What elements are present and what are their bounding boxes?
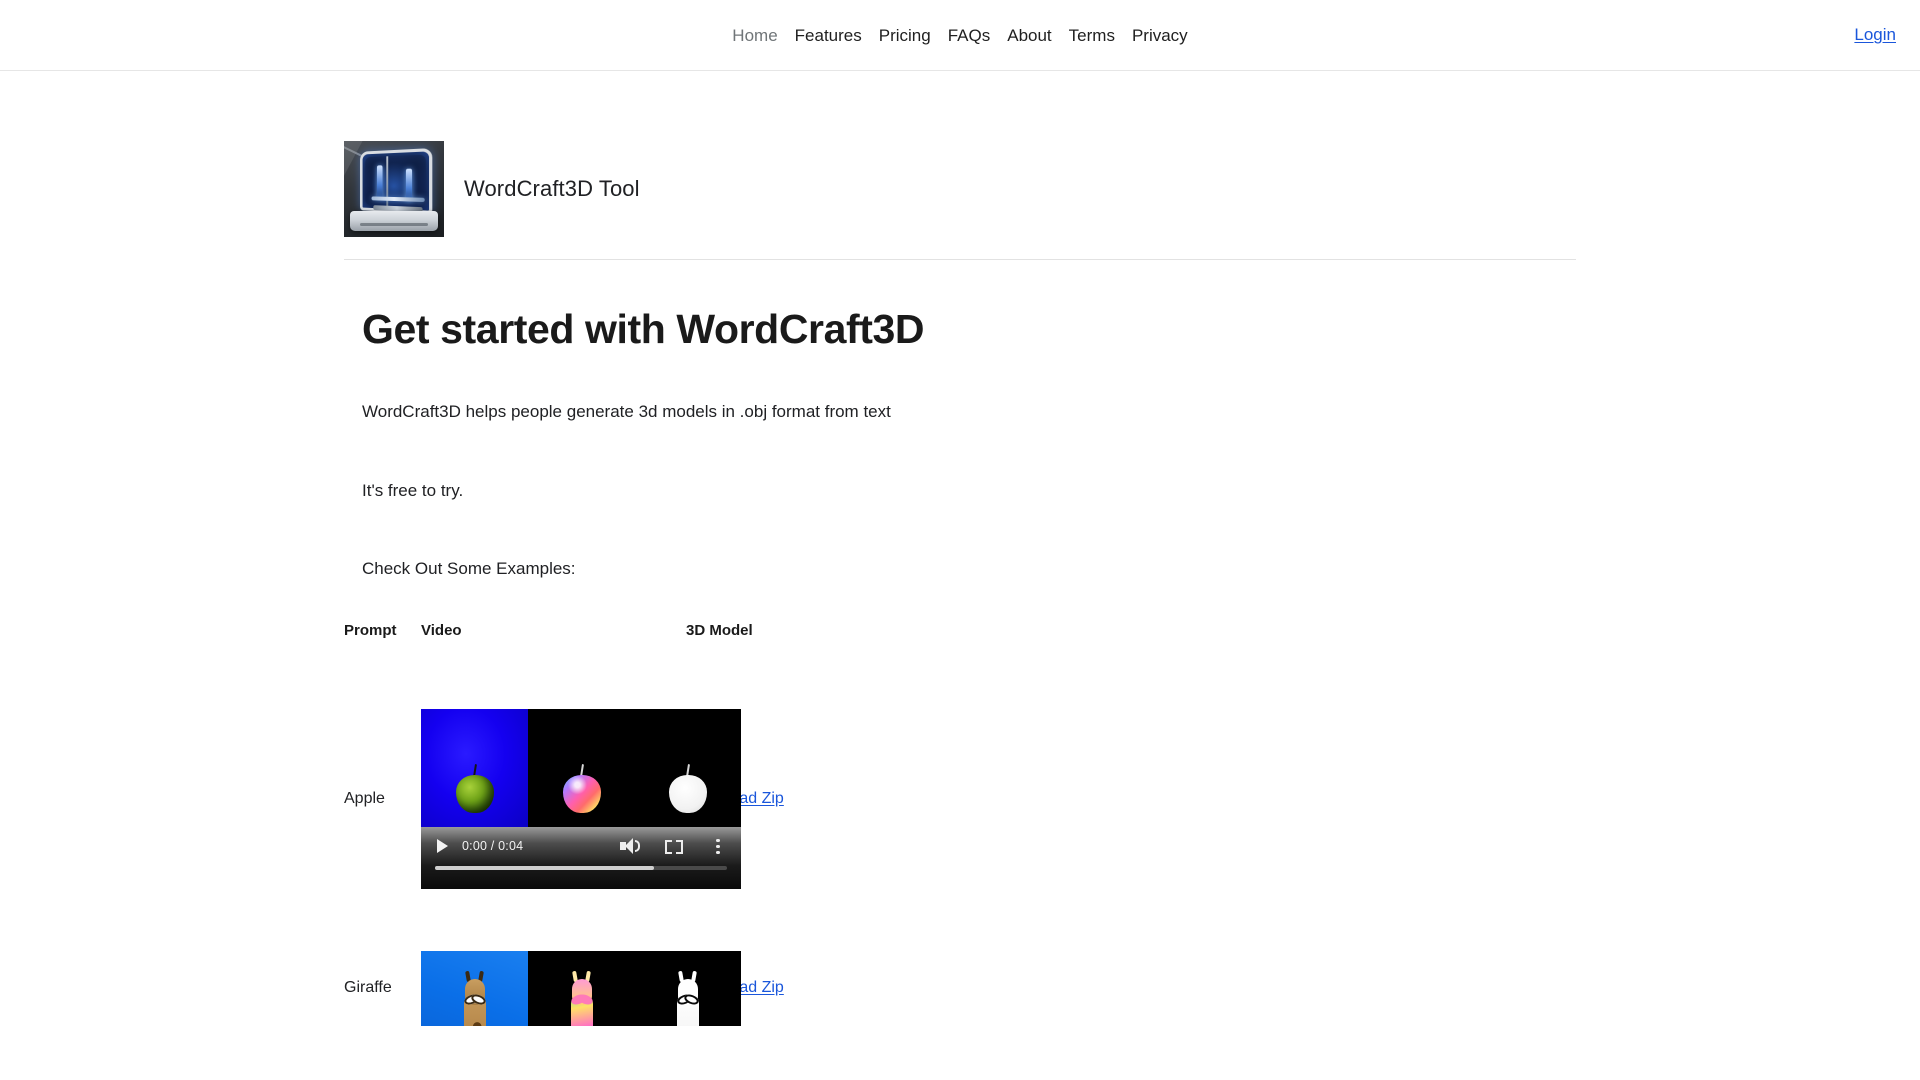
free-to-try-paragraph: It's free to try.: [362, 480, 464, 500]
video-player-giraffe[interactable]: [421, 950, 741, 1026]
prompt-label-giraffe: Giraffe: [344, 979, 392, 997]
examples-table-body: Apple 0:00 / 0:04 Zip Giraffe Zip: [344, 647, 1544, 1026]
video-frame-apple: [421, 708, 741, 827]
nav-item-home[interactable]: Home: [732, 27, 777, 44]
video-progress-buffer: [435, 865, 654, 870]
examples-heading: Check Out Some Examples:: [362, 559, 576, 579]
volume-icon[interactable]: [617, 835, 643, 857]
video-time-display: 0:00 / 0:04: [462, 838, 524, 853]
prompt-label-apple: Apple: [344, 789, 385, 807]
play-icon[interactable]: [437, 838, 448, 853]
brand-title: WordCraft3D Tool: [464, 176, 640, 201]
video-panel-render: [421, 950, 528, 1026]
table-row: Apple 0:00 / 0:04 Zip: [344, 708, 1544, 889]
brand-header: WordCraft3D Tool: [344, 141, 1576, 260]
column-header-3d-model: 3D Model: [686, 621, 753, 639]
nav-item-pricing[interactable]: Pricing: [879, 27, 931, 44]
video-panel-normals: [528, 708, 635, 827]
top-navigation-bar: Home Features Pricing FAQs About Terms P…: [0, 0, 1920, 71]
page-title: Get started with WordCraft3D: [362, 306, 925, 352]
video-cell-giraffe: [421, 950, 741, 1026]
main-content: Get started with WordCraft3D WordCraft3D…: [344, 260, 1920, 1026]
video-controls-apple: 0:00 / 0:04: [421, 826, 741, 889]
video-frame-giraffe: [421, 950, 741, 1026]
fullscreen-icon[interactable]: [661, 835, 687, 857]
3d-printer-logo-icon: [344, 141, 444, 237]
nav-item-privacy[interactable]: Privacy: [1132, 27, 1188, 44]
video-player-apple[interactable]: 0:00 / 0:04: [421, 708, 741, 889]
column-header-video: Video: [421, 621, 462, 639]
more-options-icon[interactable]: [705, 835, 731, 857]
intro-paragraph: WordCraft3D helps people generate 3d mod…: [362, 402, 891, 421]
login-link[interactable]: Login: [1854, 25, 1896, 45]
nav-item-terms[interactable]: Terms: [1069, 27, 1115, 44]
video-cell-apple: 0:00 / 0:04: [421, 708, 741, 889]
nav-links: Home Features Pricing FAQs About Terms P…: [0, 0, 1920, 70]
nav-item-about[interactable]: About: [1007, 27, 1051, 44]
video-progress-bar[interactable]: [435, 865, 727, 870]
column-header-prompt: Prompt: [344, 621, 397, 639]
table-row: Giraffe Zip: [344, 950, 1544, 1026]
page-container: WordCraft3D Tool Get started with WordCr…: [0, 71, 1920, 1026]
table-spacer-row: [344, 889, 1544, 951]
video-panel-mask: [635, 950, 741, 1026]
table-header-row: Prompt Video 3D Model: [344, 622, 1544, 647]
examples-table: Prompt Video 3D Model Apple 0:00 / 0:04 …: [344, 622, 1544, 1026]
video-panel-normals: [528, 950, 635, 1026]
video-panel-mask: [635, 708, 741, 827]
video-panel-render: [421, 708, 528, 827]
nav-item-faqs[interactable]: FAQs: [948, 27, 991, 44]
nav-right-area: Login: [1854, 0, 1896, 70]
model-cell-apple: Download Zip: [686, 709, 1544, 889]
examples-table-head: Prompt Video 3D Model: [344, 622, 1544, 647]
table-spacer-row: [344, 647, 1544, 709]
nav-item-features[interactable]: Features: [795, 27, 862, 44]
model-cell-giraffe: Download Zip: [686, 951, 1544, 1026]
